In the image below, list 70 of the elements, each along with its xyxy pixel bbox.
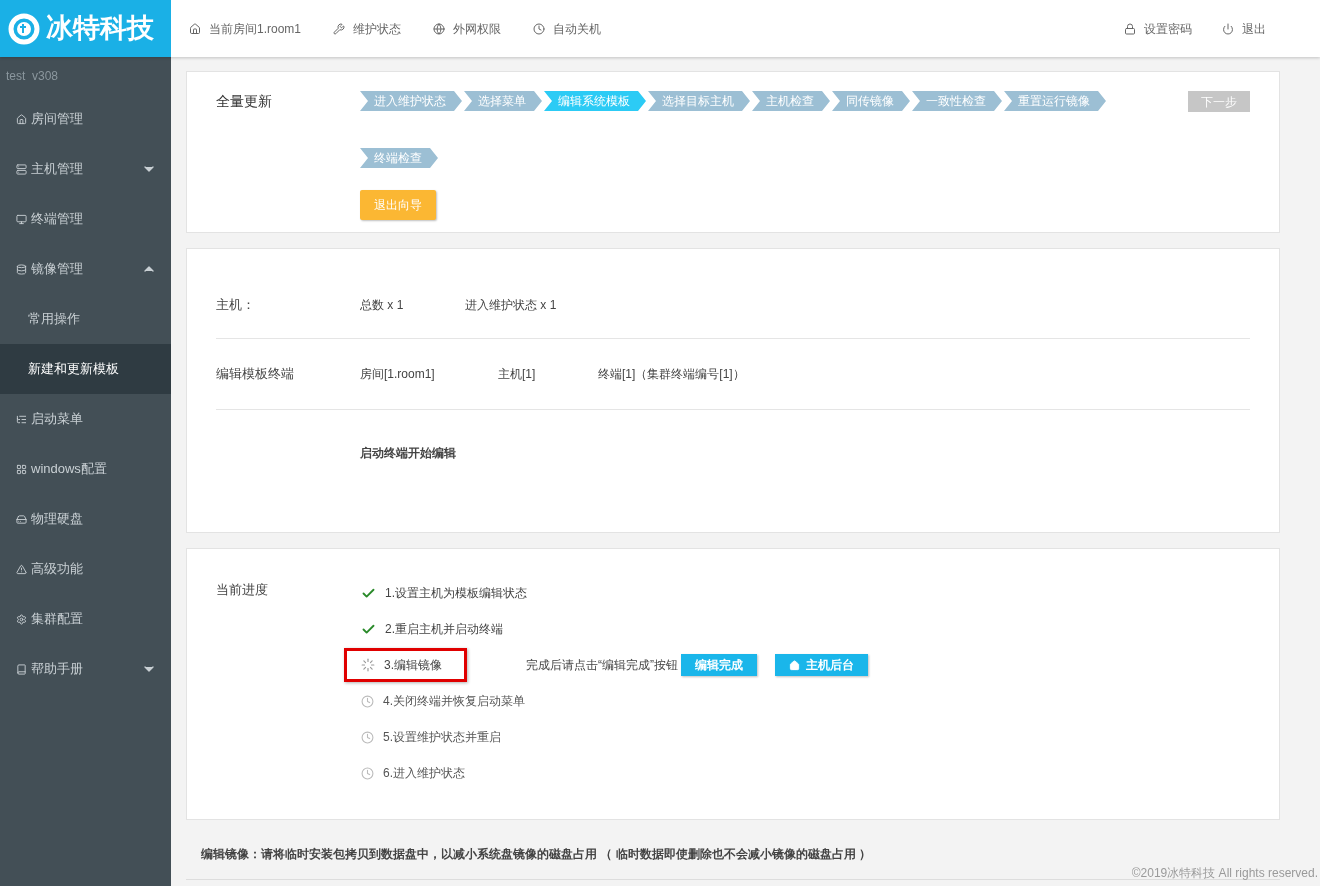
home-icon — [16, 113, 27, 125]
sidebar-item[interactable]: 终端管理 — [0, 194, 171, 244]
clock-icon — [533, 22, 546, 35]
warning-icon — [16, 563, 27, 575]
copyright-text: ©2019冰特科技 All rights reserved. — [1131, 865, 1318, 882]
wizard-step: 编辑系统模板 — [544, 91, 646, 111]
nav-link[interactable]: 设置密码 — [1124, 19, 1192, 38]
wizard-step: 选择目标主机 — [648, 91, 750, 111]
wizard-step: 一致性检查 — [912, 91, 1002, 111]
field-label: 主机： — [216, 296, 256, 315]
globe-icon — [433, 22, 446, 35]
sidebar-item[interactable]: 主机管理 — [0, 144, 171, 194]
monitor-icon — [16, 213, 27, 225]
power-icon — [1222, 22, 1234, 35]
hint-text: 完成后请点击“编辑完成”按钮 — [526, 657, 678, 674]
sidebar-item[interactable]: 镜像管理 — [0, 244, 171, 294]
wizard-step: 选择菜单 — [464, 91, 542, 111]
spinner-icon — [361, 658, 375, 672]
progress-step: 6.进入维护状态 — [344, 756, 490, 790]
nav-link[interactable]: 自动关机 — [533, 19, 602, 38]
host-maintenance-count: 进入维护状态 x 1 — [465, 297, 557, 314]
progress-step: 2.重启主机并启动终端 — [344, 612, 528, 646]
start-edit-label: 启动终端开始编辑 — [360, 445, 456, 462]
nav-link[interactable]: 当前房间1.room1 — [189, 19, 302, 38]
sidebar-item[interactable]: 启动菜单 — [0, 394, 171, 444]
wizard-step: 重置运行镜像 — [1004, 91, 1106, 111]
terminal-value: 终端[1]（集群终端编号[1]） — [598, 366, 745, 383]
sidebar-item[interactable]: 高级功能 — [0, 544, 171, 594]
room-value: 房间[1.room1] — [360, 366, 436, 383]
wizard-step: 终端检查 — [360, 148, 438, 168]
sidebar-subitem[interactable]: 常用操作 — [0, 294, 171, 344]
sidebar-item[interactable]: 物理硬盘 — [0, 494, 171, 544]
wizard-step: 进入维护状态 — [360, 91, 462, 111]
wizard-step: 主机检查 — [752, 91, 830, 111]
wizard-step: 同传镜像 — [832, 91, 910, 111]
logo-text: 冰特科技 — [46, 12, 154, 46]
settings-icon — [16, 613, 27, 625]
logo-icon — [8, 12, 40, 45]
field-label: 编辑模板终端 — [216, 365, 295, 384]
database-icon — [16, 263, 27, 275]
version-label: test v308 — [5, 68, 60, 85]
drive-icon — [16, 513, 27, 525]
sidebar-item[interactable]: 帮助手册 — [0, 644, 171, 694]
book-icon — [16, 663, 27, 675]
sidebar-item[interactable]: 房间管理 — [0, 94, 171, 144]
host-value: 主机[1] — [498, 366, 537, 383]
sidebar-item[interactable]: windows配置 — [0, 444, 171, 494]
clock-icon — [361, 694, 374, 708]
nav-link[interactable]: 退出 — [1222, 19, 1266, 38]
sidebar-subitem[interactable]: 新建和更新模板 — [0, 344, 171, 394]
section-title: 全量更新 — [216, 92, 273, 111]
nav-link[interactable]: 维护状态 — [333, 19, 402, 38]
host-total: 总数 x 1 — [360, 297, 405, 314]
grid-icon — [16, 463, 27, 475]
section-title: 当前进度 — [216, 581, 269, 599]
wrench-icon — [333, 22, 346, 35]
clock-icon — [361, 730, 374, 744]
lock-icon — [1124, 22, 1136, 35]
progress-step: 3.编辑镜像 — [344, 648, 467, 682]
progress-step: 1.设置主机为模板编辑状态 — [344, 576, 552, 610]
progress-step: 5.设置维护状态并重启 — [344, 720, 526, 754]
nav-link[interactable]: 外网权限 — [433, 19, 502, 38]
server-icon — [16, 163, 27, 175]
clock-icon — [361, 766, 374, 780]
home-icon — [789, 659, 800, 671]
note-text: 编辑镜像：请将临时安装包拷贝到数据盘中，以减小系统盘镜像的磁盘占用 （ 临时数据即使删除也不会减小镜像的磁盘占用 ） — [200, 846, 872, 863]
sidebar-item[interactable]: 集群配置 — [0, 594, 171, 644]
home-icon — [189, 22, 201, 35]
progress-step: 4.关闭终端并恢复启动菜单 — [344, 684, 550, 718]
list-icon — [16, 413, 27, 425]
